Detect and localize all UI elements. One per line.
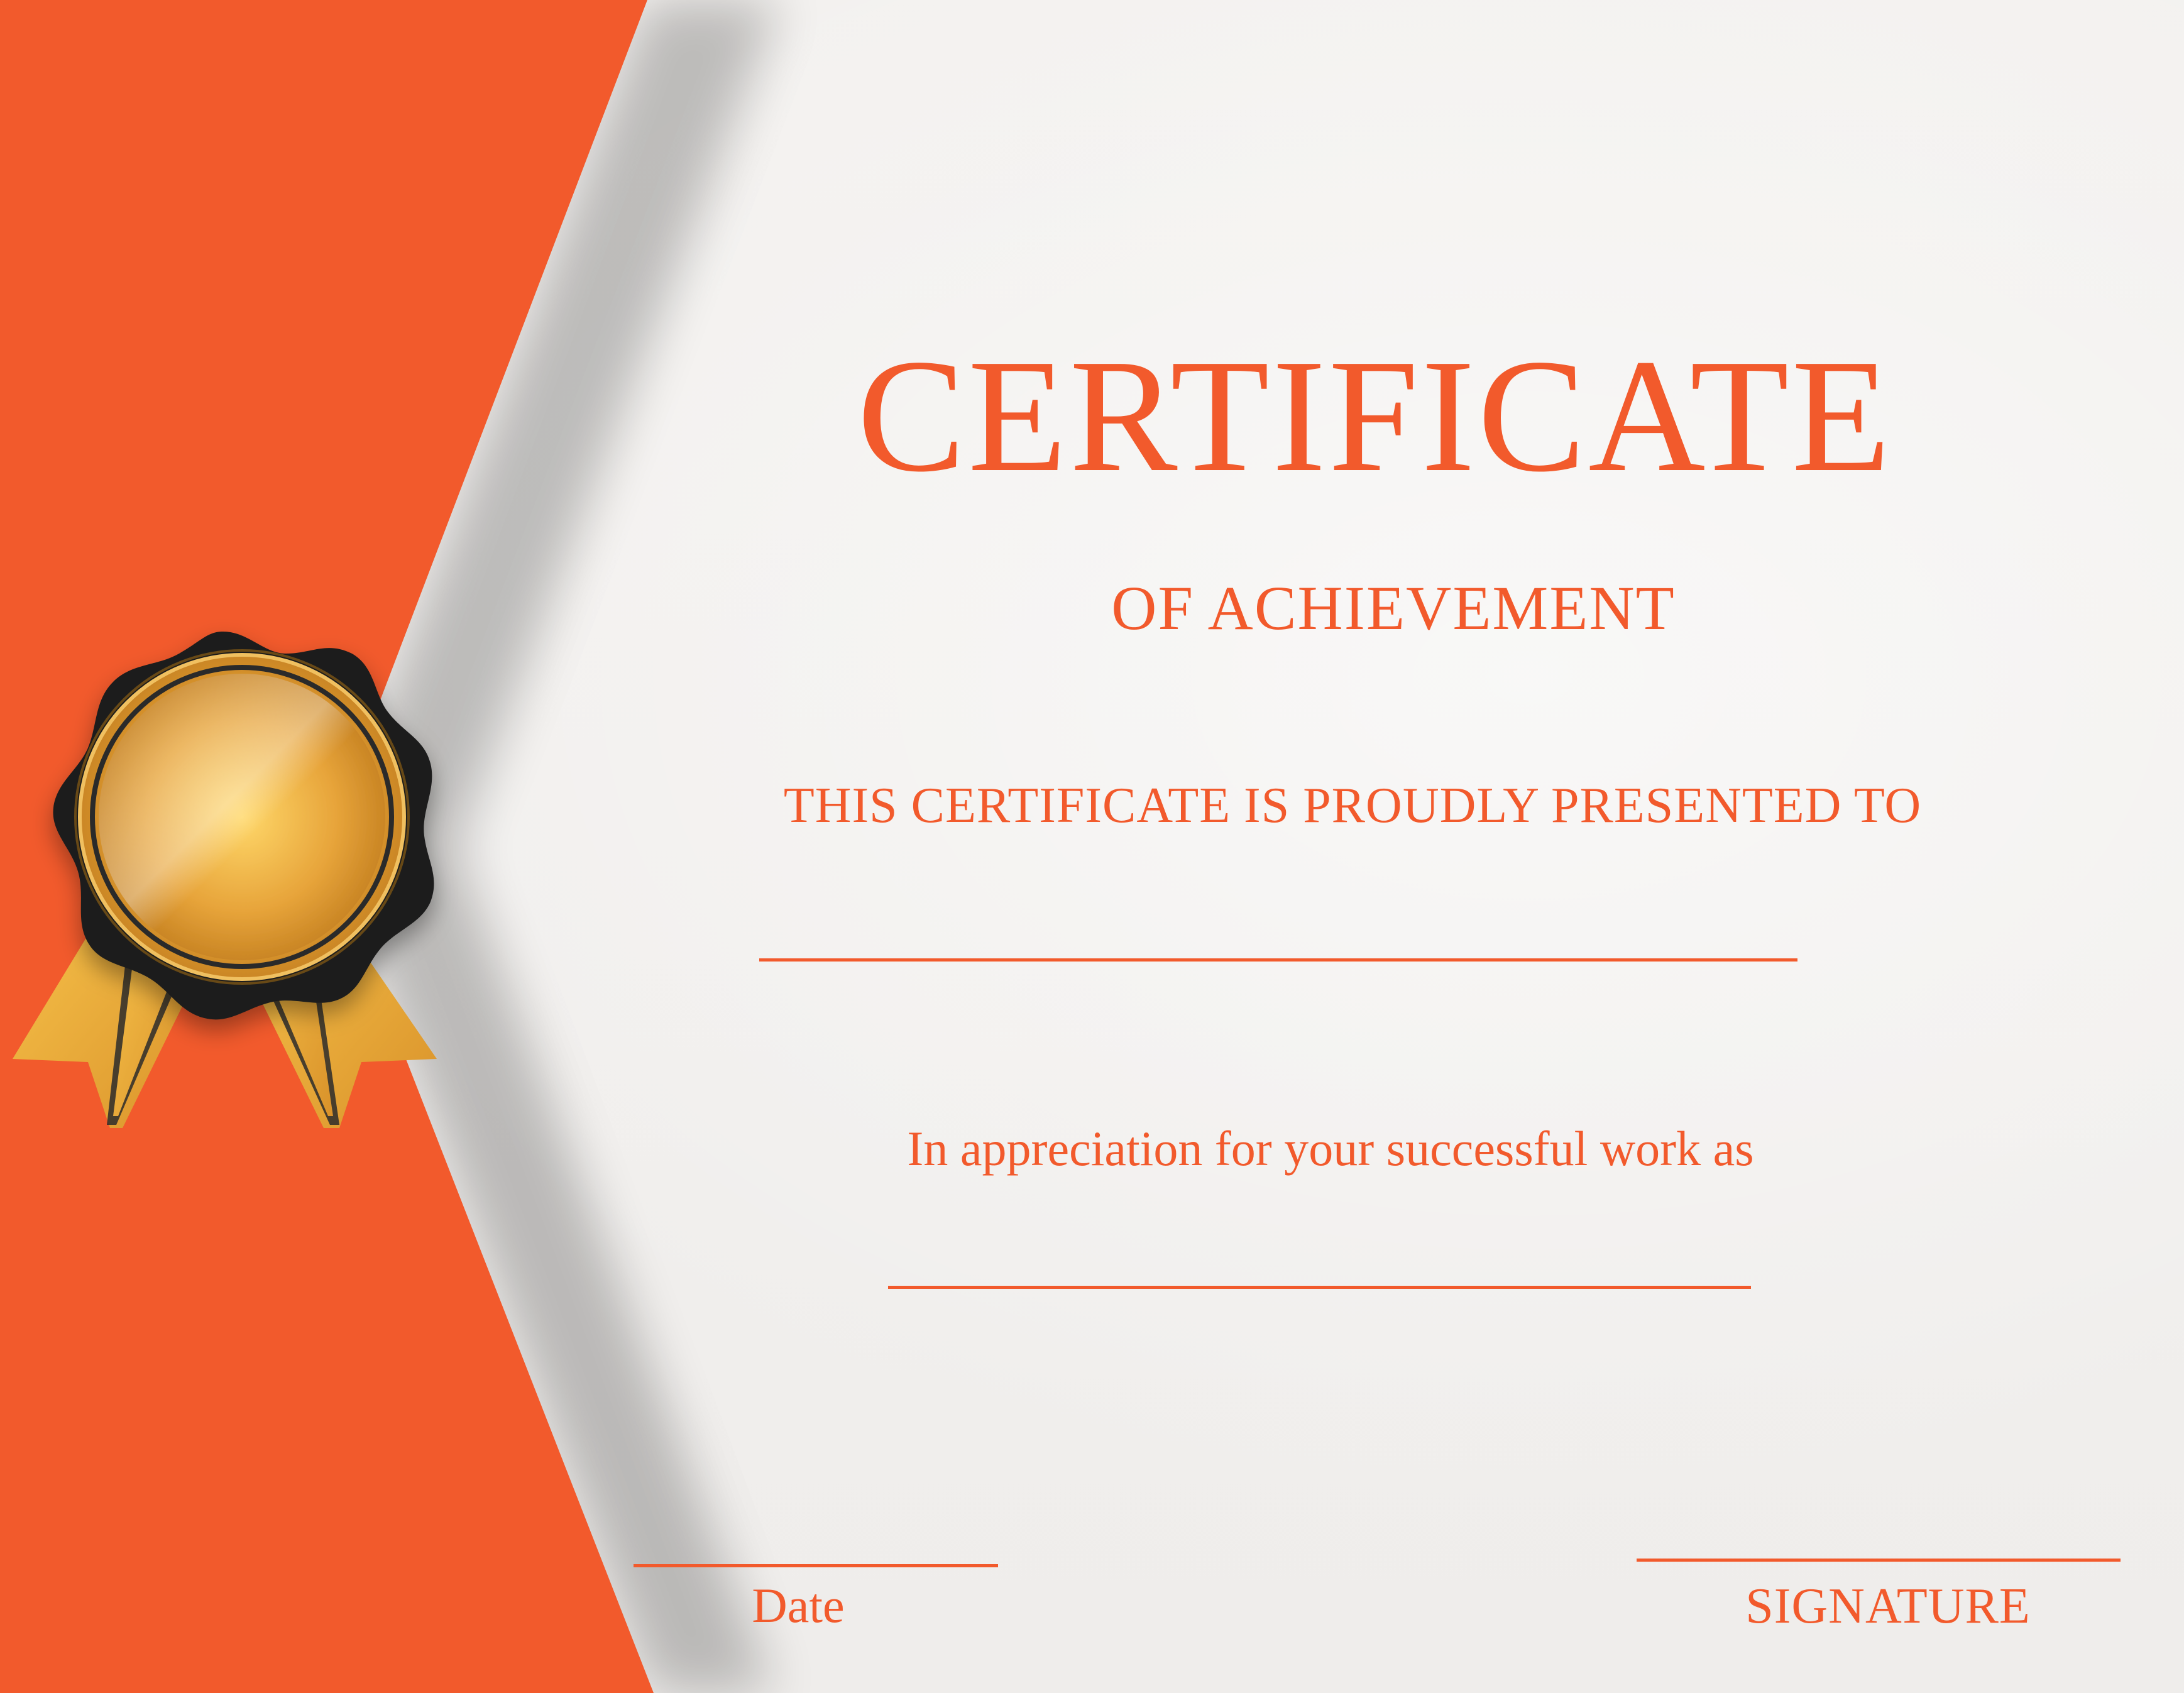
date-label: Date	[752, 1578, 845, 1633]
recipient-name-line	[759, 958, 1797, 962]
appreciation-line: In appreciation for your successful work…	[907, 1121, 1754, 1176]
role-line	[888, 1286, 1751, 1289]
presented-to-line: THIS CERTIFICATE IS PROUDLY PRESENTED TO	[783, 778, 1922, 833]
award-ribbon-seal-icon	[13, 632, 437, 1128]
certificate-page: CERTIFICATE OF ACHIEVEMENT THIS CERTIFIC…	[0, 0, 2184, 1693]
certificate-subtitle: OF ACHIEVEMENT	[1111, 573, 1676, 643]
certificate-title: CERTIFICATE	[857, 326, 1894, 505]
signature-label: SIGNATURE	[1745, 1579, 2031, 1634]
signature-line	[1637, 1559, 2121, 1562]
date-line	[634, 1564, 998, 1567]
seal-medal	[53, 632, 434, 1020]
